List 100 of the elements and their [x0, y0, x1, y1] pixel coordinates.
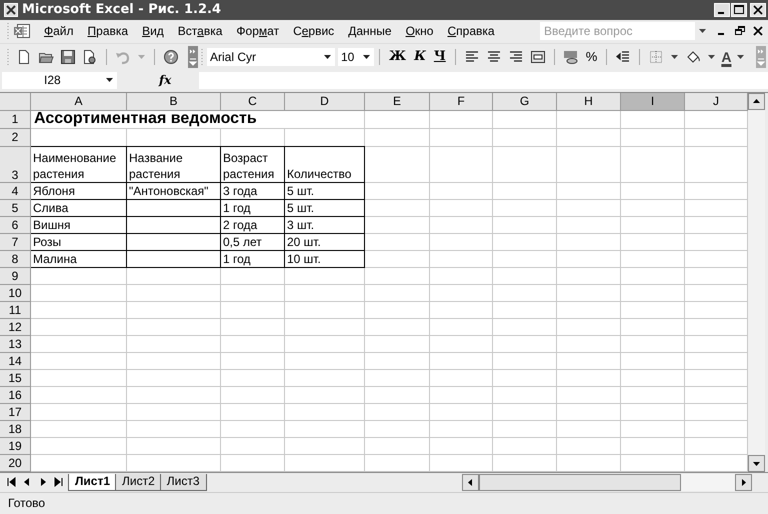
column-header[interactable]: D: [285, 92, 365, 111]
table-cell: Яблоня: [33, 182, 75, 199]
row-header[interactable]: 16: [0, 386, 31, 404]
table-cell: 3 года: [223, 182, 258, 199]
font-color-button[interactable]: A: [719, 46, 734, 67]
row-header[interactable]: 14: [0, 352, 31, 370]
insert-function-button[interactable]: fx: [159, 73, 199, 88]
status-text: Готово: [8, 496, 46, 510]
row-header[interactable]: 15: [0, 370, 31, 387]
menu-item[interactable]: Данные: [341, 24, 399, 38]
column-header[interactable]: B: [127, 92, 221, 111]
column-header[interactable]: G: [493, 92, 557, 111]
row-header[interactable]: 1: [0, 110, 31, 129]
table-cell-text: Наименование растения: [33, 150, 118, 182]
name-box[interactable]: I28: [2, 72, 117, 89]
sheet-tab[interactable]: Лист3: [160, 474, 207, 491]
table-cell-text: Возраст растения: [223, 150, 276, 182]
table-cell: Малина: [33, 250, 77, 267]
restore-icon[interactable]: [734, 25, 746, 38]
table-cell: 3 шт.: [287, 216, 314, 233]
maximize-icon[interactable]: [731, 2, 747, 17]
row-header[interactable]: 7: [0, 234, 31, 251]
font-name-dropdown[interactable]: Arial Cyr: [207, 48, 335, 66]
merge-cells-icon[interactable]: [530, 48, 546, 65]
help-search-field[interactable]: Введите вопрос: [540, 22, 695, 40]
format-button[interactable]: К: [410, 46, 430, 67]
font-size-dropdown[interactable]: 10: [338, 48, 374, 66]
format-button[interactable]: Ч: [430, 46, 450, 67]
save-icon[interactable]: [60, 48, 76, 65]
row-header[interactable]: 2: [0, 128, 31, 147]
row-header[interactable]: 10: [0, 284, 31, 302]
menu-item[interactable]: Файл: [37, 24, 81, 38]
row-header[interactable]: 6: [0, 216, 31, 234]
column-header[interactable]: J: [685, 92, 748, 111]
table-cell: 2 года: [223, 216, 258, 233]
scroll-left-icon[interactable]: [462, 474, 479, 491]
paint-bucket-icon[interactable]: [685, 48, 702, 65]
row-header[interactable]: 13: [0, 336, 31, 353]
new-document-icon[interactable]: [16, 48, 32, 65]
dropdown-arrow-icon[interactable]: [106, 78, 113, 82]
minimize-icon[interactable]: [714, 2, 730, 17]
table-cell: 5 шт.: [287, 182, 314, 199]
table-cell-text: Название растения: [129, 150, 184, 182]
table-cell: "Антоновская": [129, 182, 208, 199]
help-icon[interactable]: [163, 48, 179, 65]
table-cell: 10 шт.: [287, 250, 321, 267]
row-header[interactable]: 17: [0, 404, 31, 421]
table-cell: 1 год: [223, 200, 251, 216]
menu-item[interactable]: Справка: [440, 24, 502, 38]
row-header[interactable]: 12: [0, 318, 31, 336]
row-header[interactable]: 18: [0, 420, 31, 438]
menu-item[interactable]: Вид: [135, 24, 171, 38]
row-header[interactable]: 20: [0, 454, 31, 472]
currency-icon[interactable]: [562, 48, 579, 65]
workbook-icon[interactable]: [13, 23, 31, 40]
column-header[interactable]: I: [621, 92, 685, 111]
dropdown-arrow-icon[interactable]: [708, 54, 716, 59]
table-cell: 1 год: [223, 250, 251, 267]
window-title: Microsoft Excel - Рис. 1.2.4: [22, 2, 222, 18]
sheet-tab[interactable]: Лист2: [115, 474, 162, 491]
percent-button[interactable]: %: [582, 46, 602, 67]
vertical-scrollbar[interactable]: [748, 92, 765, 472]
select-all-corner[interactable]: [0, 92, 31, 111]
table-cell: Вишня: [33, 216, 70, 233]
column-header[interactable]: E: [365, 92, 430, 111]
row-header[interactable]: 8: [0, 250, 31, 268]
grip-handle[interactable]: [7, 22, 10, 40]
toolbar-options-icon[interactable]: [188, 46, 198, 68]
sheet-tab[interactable]: Лист1: [68, 474, 118, 491]
row-header[interactable]: 3: [0, 146, 31, 183]
column-header[interactable]: C: [221, 92, 285, 111]
menu-item[interactable]: Формат: [229, 24, 286, 38]
column-header[interactable]: A: [31, 92, 127, 111]
scroll-down-icon[interactable]: [748, 454, 765, 472]
menu-item[interactable]: Сервис: [286, 24, 342, 38]
dropdown-arrow-icon[interactable]: [324, 54, 331, 59]
scroll-up-icon[interactable]: [748, 92, 765, 110]
menu-item[interactable]: Вставка: [170, 24, 230, 38]
format-button[interactable]: Ж: [385, 46, 410, 67]
grip-handle[interactable]: [7, 48, 10, 66]
scroll-right-icon[interactable]: [735, 474, 752, 491]
row-header[interactable]: 5: [0, 200, 31, 217]
scroll-thumb[interactable]: [479, 474, 681, 491]
dropdown-arrow-icon[interactable]: [671, 54, 678, 59]
row-header[interactable]: 4: [0, 182, 31, 200]
borders-icon[interactable]: [648, 48, 664, 65]
close-icon[interactable]: [752, 25, 764, 38]
column-header[interactable]: F: [430, 92, 493, 111]
print-preview-icon[interactable]: [82, 48, 98, 65]
menu-item[interactable]: Правка: [80, 24, 136, 38]
row-header[interactable]: 9: [0, 268, 31, 285]
column-header[interactable]: H: [557, 92, 621, 111]
row-header[interactable]: 11: [0, 302, 31, 319]
menu-item[interactable]: Окно: [398, 24, 440, 38]
grip-handle[interactable]: [201, 48, 204, 66]
dropdown-arrow-icon[interactable]: [737, 54, 744, 59]
table-cell: 0,5 лет: [223, 234, 262, 250]
dropdown-arrow-icon[interactable]: [363, 54, 370, 59]
row-header[interactable]: 19: [0, 438, 31, 455]
dropdown-arrow-icon[interactable]: [699, 29, 706, 34]
